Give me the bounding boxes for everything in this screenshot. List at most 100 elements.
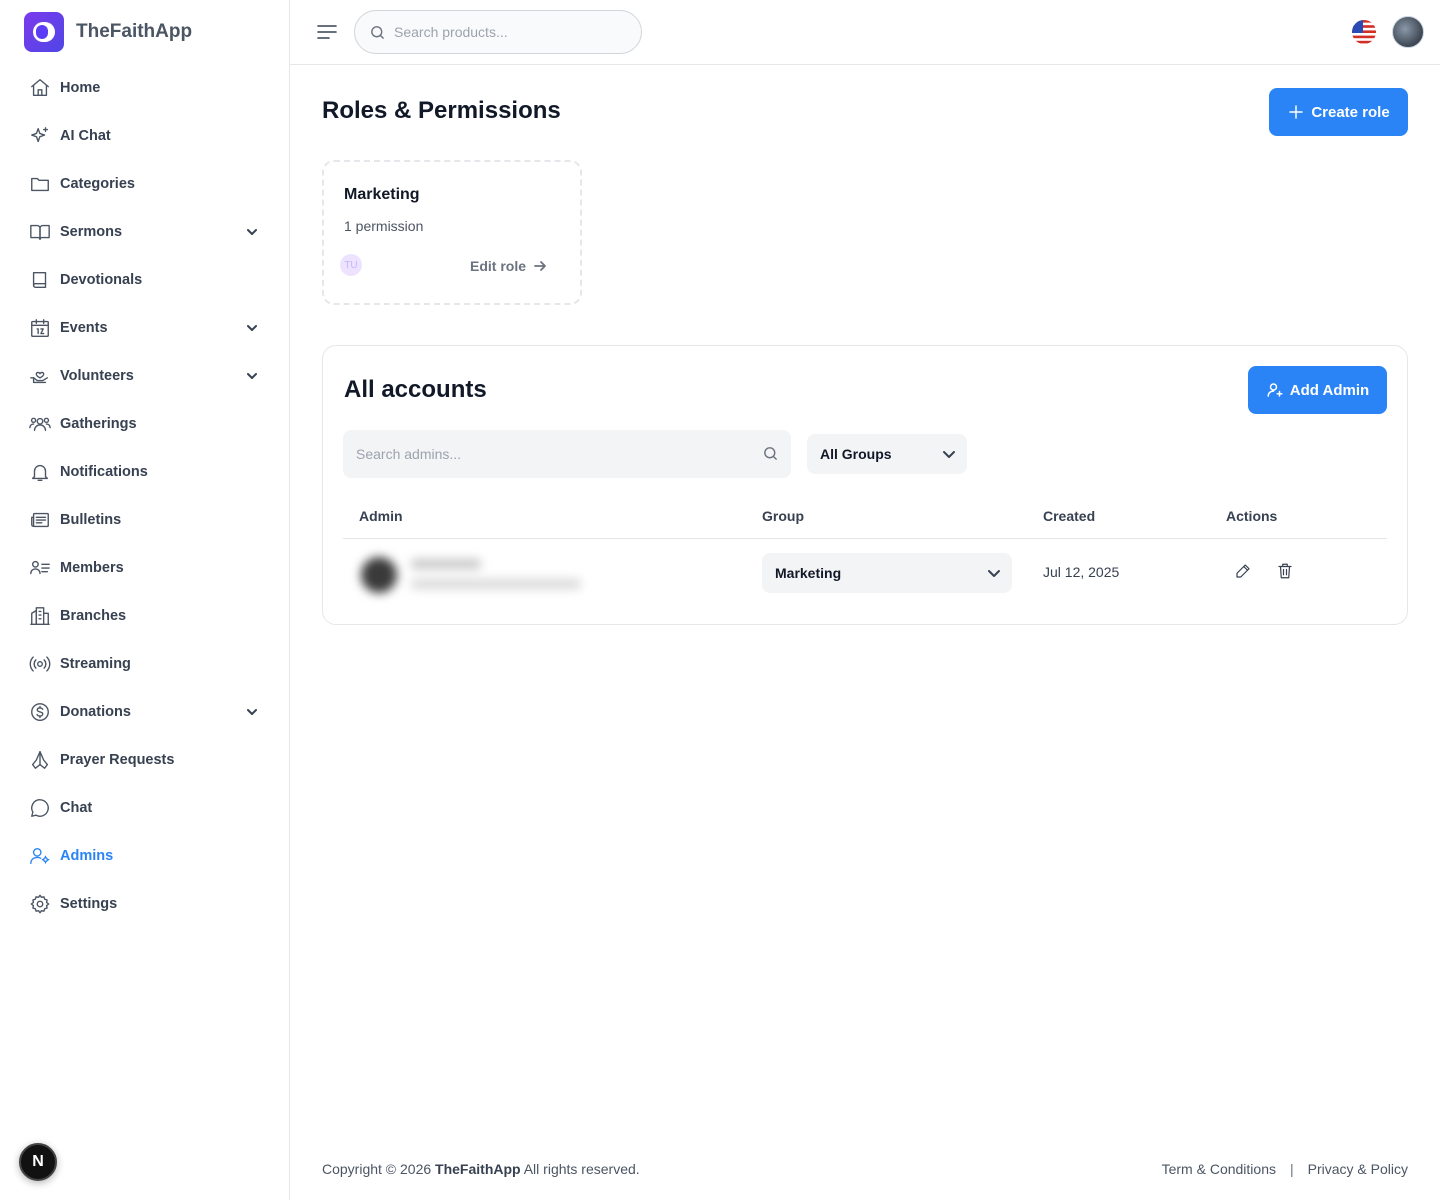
broadcast-icon [28, 652, 52, 676]
admin-search[interactable] [343, 430, 791, 478]
copyright-brand: TheFaithApp [435, 1161, 521, 1177]
app-logo [24, 12, 64, 52]
sidebar-item-devotionals[interactable]: Devotionals [20, 256, 270, 304]
sidebar-item-categories[interactable]: Categories [20, 160, 270, 208]
top-bar [290, 0, 1440, 65]
user-gear-icon [28, 844, 52, 868]
sidebar-item-label: Events [60, 320, 108, 336]
book-open-icon [28, 220, 52, 244]
brand[interactable]: TheFaithApp [24, 12, 192, 52]
sidebar-item-prayer-requests[interactable]: Prayer Requests [20, 736, 270, 784]
admin-search-input[interactable] [356, 446, 746, 462]
chevron-down-icon [988, 570, 1000, 577]
sidebar-item-members[interactable]: Members [20, 544, 270, 592]
sidebar-item-ai-chat[interactable]: AI Chat [20, 112, 270, 160]
footer-separator: | [1290, 1161, 1294, 1177]
sidebar-item-notifications[interactable]: Notifications [20, 448, 270, 496]
newspaper-icon [28, 508, 52, 532]
sidebar-item-label: Streaming [60, 656, 131, 672]
sidebar-item-label: Members [60, 560, 124, 576]
sidebar-item-label: Admins [60, 848, 114, 864]
menu-toggle-icon[interactable] [316, 20, 338, 44]
calendar-icon [28, 316, 52, 340]
sidebar-item-settings[interactable]: Settings [20, 880, 270, 928]
edit-role-link[interactable]: Edit role [470, 258, 548, 274]
chevron-down-icon[interactable] [244, 320, 260, 336]
chat-bubble-icon [28, 796, 52, 820]
group-filter-select[interactable]: All Groups [807, 434, 967, 474]
sidebar-item-chat[interactable]: Chat [20, 784, 270, 832]
add-admin-button[interactable]: Add Admin [1248, 366, 1387, 414]
sidebar-item-bulletins[interactable]: Bulletins [20, 496, 270, 544]
sidebar-item-events[interactable]: Events [20, 304, 270, 352]
column-header-created: Created [1043, 508, 1096, 524]
home-icon [28, 76, 52, 100]
folder-icon [28, 172, 52, 196]
search-icon [764, 447, 777, 460]
sidebar-item-label: Categories [60, 176, 135, 192]
chevron-down-icon [943, 451, 955, 458]
sidebar-item-sermons[interactable]: Sermons [20, 208, 270, 256]
bell-icon [28, 460, 52, 484]
group-filter-value: All Groups [820, 446, 892, 462]
row-group-value: Marketing [775, 565, 842, 581]
trash-icon[interactable] [1276, 562, 1296, 582]
sidebar-item-label: Gatherings [60, 416, 137, 432]
column-header-admin: Admin [359, 508, 403, 524]
role-permission-count: 1 permission [344, 218, 424, 234]
page-title: Roles & Permissions [322, 97, 561, 124]
accounts-panel: All accounts Add Admin All Groups Admin … [322, 345, 1408, 625]
sidebar-item-streaming[interactable]: Streaming [20, 640, 270, 688]
create-role-button[interactable]: Create role [1269, 88, 1408, 136]
privacy-link[interactable]: Privacy & Policy [1308, 1161, 1408, 1177]
sidebar-item-label: Settings [60, 896, 118, 912]
column-header-group: Group [762, 508, 804, 524]
add-admin-label: Add Admin [1289, 381, 1370, 399]
building-icon [28, 604, 52, 628]
product-search[interactable] [354, 10, 642, 54]
sidebar-item-volunteers[interactable]: Volunteers [20, 352, 270, 400]
us-flag-icon[interactable] [1352, 20, 1376, 44]
chevron-down-icon[interactable] [244, 224, 260, 240]
sidebar: TheFaithApp Home AI Chat Categories Serm… [0, 0, 290, 1200]
copyright-suffix: All rights reserved. [523, 1161, 640, 1177]
column-header-actions: Actions [1226, 508, 1278, 524]
sidebar-item-donations[interactable]: Donations [20, 688, 270, 736]
arrow-right-icon [534, 261, 546, 271]
sidebar-item-home[interactable]: Home [20, 64, 270, 112]
row-group-select[interactable]: Marketing [762, 553, 1012, 593]
footer-links: Term & Conditions | Privacy & Policy [1162, 1161, 1408, 1177]
terms-link[interactable]: Term & Conditions [1162, 1161, 1276, 1177]
book-icon [28, 268, 52, 292]
brand-name: TheFaithApp [76, 21, 193, 42]
copyright-text: Copyright © 2026 TheFaithApp All rights … [322, 1161, 640, 1177]
gear-icon [28, 892, 52, 916]
role-name: Marketing [344, 186, 420, 203]
chevron-down-icon[interactable] [244, 704, 260, 720]
sidebar-item-label: AI Chat [60, 128, 111, 144]
sidebar-item-label: Devotionals [60, 272, 143, 288]
chevron-down-icon[interactable] [244, 368, 260, 384]
sparkle-icon [28, 124, 52, 148]
table-divider [343, 538, 1387, 539]
dev-tools-badge[interactable]: N [19, 1143, 57, 1181]
search-icon [371, 25, 384, 39]
create-role-label: Create role [1311, 103, 1390, 121]
dollar-icon [28, 700, 52, 724]
role-member-avatar: TU [340, 254, 362, 276]
sidebar-item-branches[interactable]: Branches [20, 592, 270, 640]
edit-icon[interactable] [1234, 562, 1254, 582]
search-input[interactable] [394, 24, 624, 40]
sidebar-item-gatherings[interactable]: Gatherings [20, 400, 270, 448]
user-avatar[interactable] [1392, 16, 1424, 48]
sidebar-item-label: Chat [60, 800, 93, 816]
sidebar-item-label: Bulletins [60, 512, 122, 528]
sidebar-item-admins[interactable]: Admins [20, 832, 270, 880]
sidebar-item-label: Volunteers [60, 368, 134, 384]
role-card-marketing[interactable]: Marketing 1 permission TU Edit role [322, 160, 582, 305]
praying-hands-icon [28, 748, 52, 772]
sidebar-item-label: Branches [60, 608, 127, 624]
users-icon [28, 412, 52, 436]
admin-identity-blurred [351, 549, 611, 605]
sidebar-nav: Home AI Chat Categories Sermons Devotion… [20, 64, 270, 928]
